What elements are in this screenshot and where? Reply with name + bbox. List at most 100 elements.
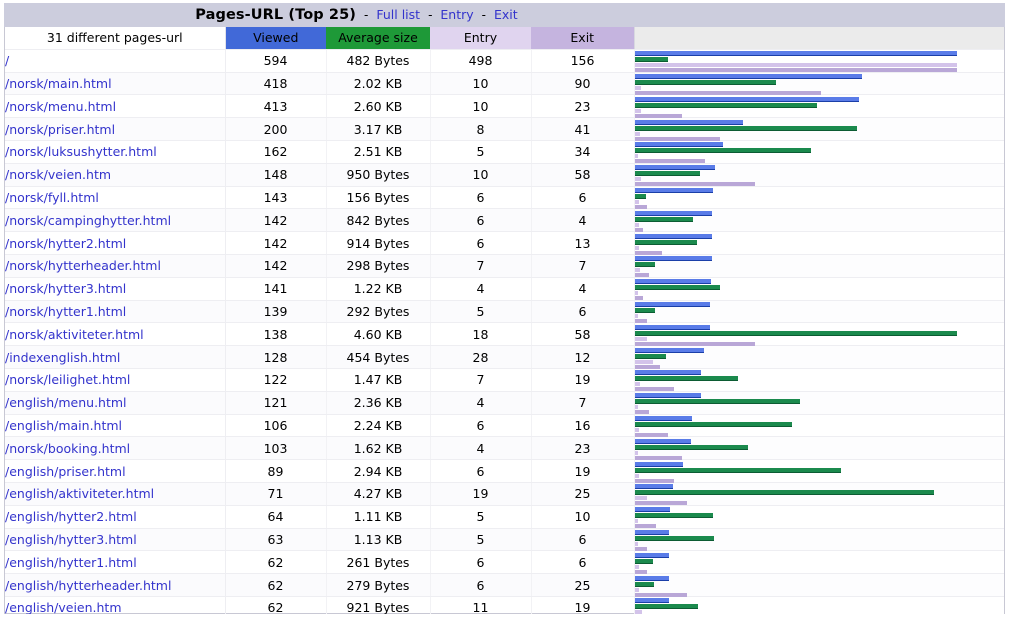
row-url[interactable]: /english/hytter2.html xyxy=(5,505,226,529)
bar-entry xyxy=(634,177,641,182)
bar-entry xyxy=(634,564,639,569)
bar-average-size xyxy=(634,193,646,199)
row-bar-chart xyxy=(633,231,1004,255)
bar-entry xyxy=(634,313,638,318)
column-header-average-size[interactable]: Average size xyxy=(326,27,430,50)
bar-average-size xyxy=(634,125,857,131)
row-url[interactable]: /norsk/hytter3.html xyxy=(5,277,226,301)
row-average-size: 4.60 KB xyxy=(326,322,431,347)
report-title-bar: Pages-URL (Top 25) - Full list - Entry -… xyxy=(4,3,1005,27)
bar-entry xyxy=(634,131,640,136)
bar-viewed xyxy=(634,347,704,353)
bar-average-size xyxy=(634,490,934,496)
row-average-size: 261 Bytes xyxy=(326,550,431,575)
bar-entry xyxy=(634,496,647,501)
row-url[interactable]: /english/menu.html xyxy=(5,391,226,415)
row-url[interactable]: /norsk/booking.html xyxy=(5,436,226,461)
row-viewed: 62 xyxy=(225,573,327,597)
bar-average-size xyxy=(634,421,792,427)
row-bar-chart xyxy=(633,277,1004,301)
table-row: /norsk/priser.html 200 3.17 KB 8 41 xyxy=(5,117,1004,141)
row-average-size: 4.27 KB xyxy=(326,482,431,506)
row-bar-chart xyxy=(633,140,1004,164)
entry-link[interactable]: Entry xyxy=(440,7,473,22)
column-header-exit[interactable]: Exit xyxy=(531,27,634,50)
row-entry: 7 xyxy=(430,254,532,278)
full-list-link[interactable]: Full list xyxy=(376,7,420,22)
column-header-entry[interactable]: Entry xyxy=(430,27,531,50)
row-entry: 10 xyxy=(430,163,532,187)
row-url[interactable]: /norsk/luksushytter.html xyxy=(5,140,226,164)
row-entry: 4 xyxy=(430,436,532,461)
bar-average-size xyxy=(634,604,698,610)
row-viewed: 103 xyxy=(225,436,327,461)
row-bar-chart xyxy=(633,414,1004,438)
row-url[interactable]: /norsk/menu.html xyxy=(5,94,226,119)
bar-entry xyxy=(634,336,647,341)
row-url[interactable]: /indexenglish.html xyxy=(5,345,226,369)
row-url[interactable]: /english/aktiviteter.html xyxy=(5,482,226,506)
row-average-size: 1.62 KB xyxy=(326,436,431,461)
bar-entry xyxy=(634,268,640,273)
bar-viewed xyxy=(634,187,713,193)
column-header-viewed[interactable]: Viewed xyxy=(225,27,326,50)
row-exit: 7 xyxy=(531,391,635,415)
row-exit: 4 xyxy=(531,208,635,233)
bar-entry xyxy=(634,199,639,204)
exit-link[interactable]: Exit xyxy=(494,7,518,22)
row-url[interactable]: /english/priser.html xyxy=(5,459,226,483)
row-bar-chart xyxy=(633,505,1004,529)
row-url[interactable]: /english/hytterheader.html xyxy=(5,573,226,597)
row-url[interactable]: /english/hytter1.html xyxy=(5,550,226,575)
row-url[interactable]: /norsk/fyll.html xyxy=(5,186,226,210)
row-average-size: 2.24 KB xyxy=(326,414,431,438)
bar-average-size xyxy=(634,513,713,519)
row-url[interactable]: /english/main.html xyxy=(5,414,226,438)
row-bar-chart xyxy=(633,72,1004,96)
bar-average-size xyxy=(634,171,700,177)
row-bar-chart xyxy=(633,345,1004,369)
row-exit: 7 xyxy=(531,254,635,278)
row-url[interactable]: /english/hytter3.html xyxy=(5,528,226,552)
row-url[interactable]: / xyxy=(5,49,226,73)
table-header-row: 31 different pages-url Viewed Average si… xyxy=(5,27,1004,50)
row-exit: 23 xyxy=(531,436,635,461)
row-url[interactable]: /norsk/aktiviteter.html xyxy=(5,322,226,347)
row-url[interactable]: /norsk/leilighet.html xyxy=(5,368,226,392)
row-bar-chart xyxy=(633,208,1004,233)
row-url[interactable]: /norsk/veien.htm xyxy=(5,163,226,187)
row-bar-chart xyxy=(633,528,1004,552)
table-row: /norsk/leilighet.html 122 1.47 KB 7 19 xyxy=(5,368,1004,392)
row-entry: 6 xyxy=(430,208,532,233)
table-header: 31 different pages-url Viewed Average si… xyxy=(5,27,1004,50)
table-row: /norsk/hytter1.html 139 292 Bytes 5 6 xyxy=(5,300,1004,324)
row-url[interactable]: /norsk/priser.html xyxy=(5,117,226,141)
row-url[interactable]: /norsk/main.html xyxy=(5,72,226,96)
bar-average-size xyxy=(634,535,714,541)
row-viewed: 418 xyxy=(225,72,327,96)
awstats-pages-url-report: Pages-URL (Top 25) - Full list - Entry -… xyxy=(0,0,1023,617)
row-url[interactable]: /norsk/hytter1.html xyxy=(5,300,226,324)
row-entry: 8 xyxy=(430,117,532,141)
row-viewed: 142 xyxy=(225,231,327,255)
row-exit: 156 xyxy=(531,49,635,73)
bar-viewed xyxy=(634,96,859,102)
table-body: /594 482 Bytes 498 156/norsk/main.html 418 2.… xyxy=(5,49,1004,617)
bar-average-size xyxy=(634,262,655,268)
bar-viewed xyxy=(634,461,683,467)
bar-viewed xyxy=(634,301,710,307)
table-row: /english/main.html 106 2.24 KB 6 16 xyxy=(5,414,1004,438)
row-viewed: 162 xyxy=(225,140,327,164)
title-separator-1: - xyxy=(364,8,369,22)
row-url[interactable]: /norsk/hytter2.html xyxy=(5,231,226,255)
row-bar-chart xyxy=(633,322,1004,347)
row-bar-chart xyxy=(633,117,1004,141)
row-viewed: 141 xyxy=(225,277,327,301)
row-exit: 13 xyxy=(531,231,635,255)
row-entry: 6 xyxy=(430,414,532,438)
row-url[interactable]: /norsk/hytterheader.html xyxy=(5,254,226,278)
row-entry: 4 xyxy=(430,391,532,415)
row-url[interactable]: /norsk/campinghytter.html xyxy=(5,208,226,233)
table-row: /norsk/luksushytter.html 162 2.51 KB 5 34 xyxy=(5,140,1004,164)
row-entry: 6 xyxy=(430,459,532,483)
